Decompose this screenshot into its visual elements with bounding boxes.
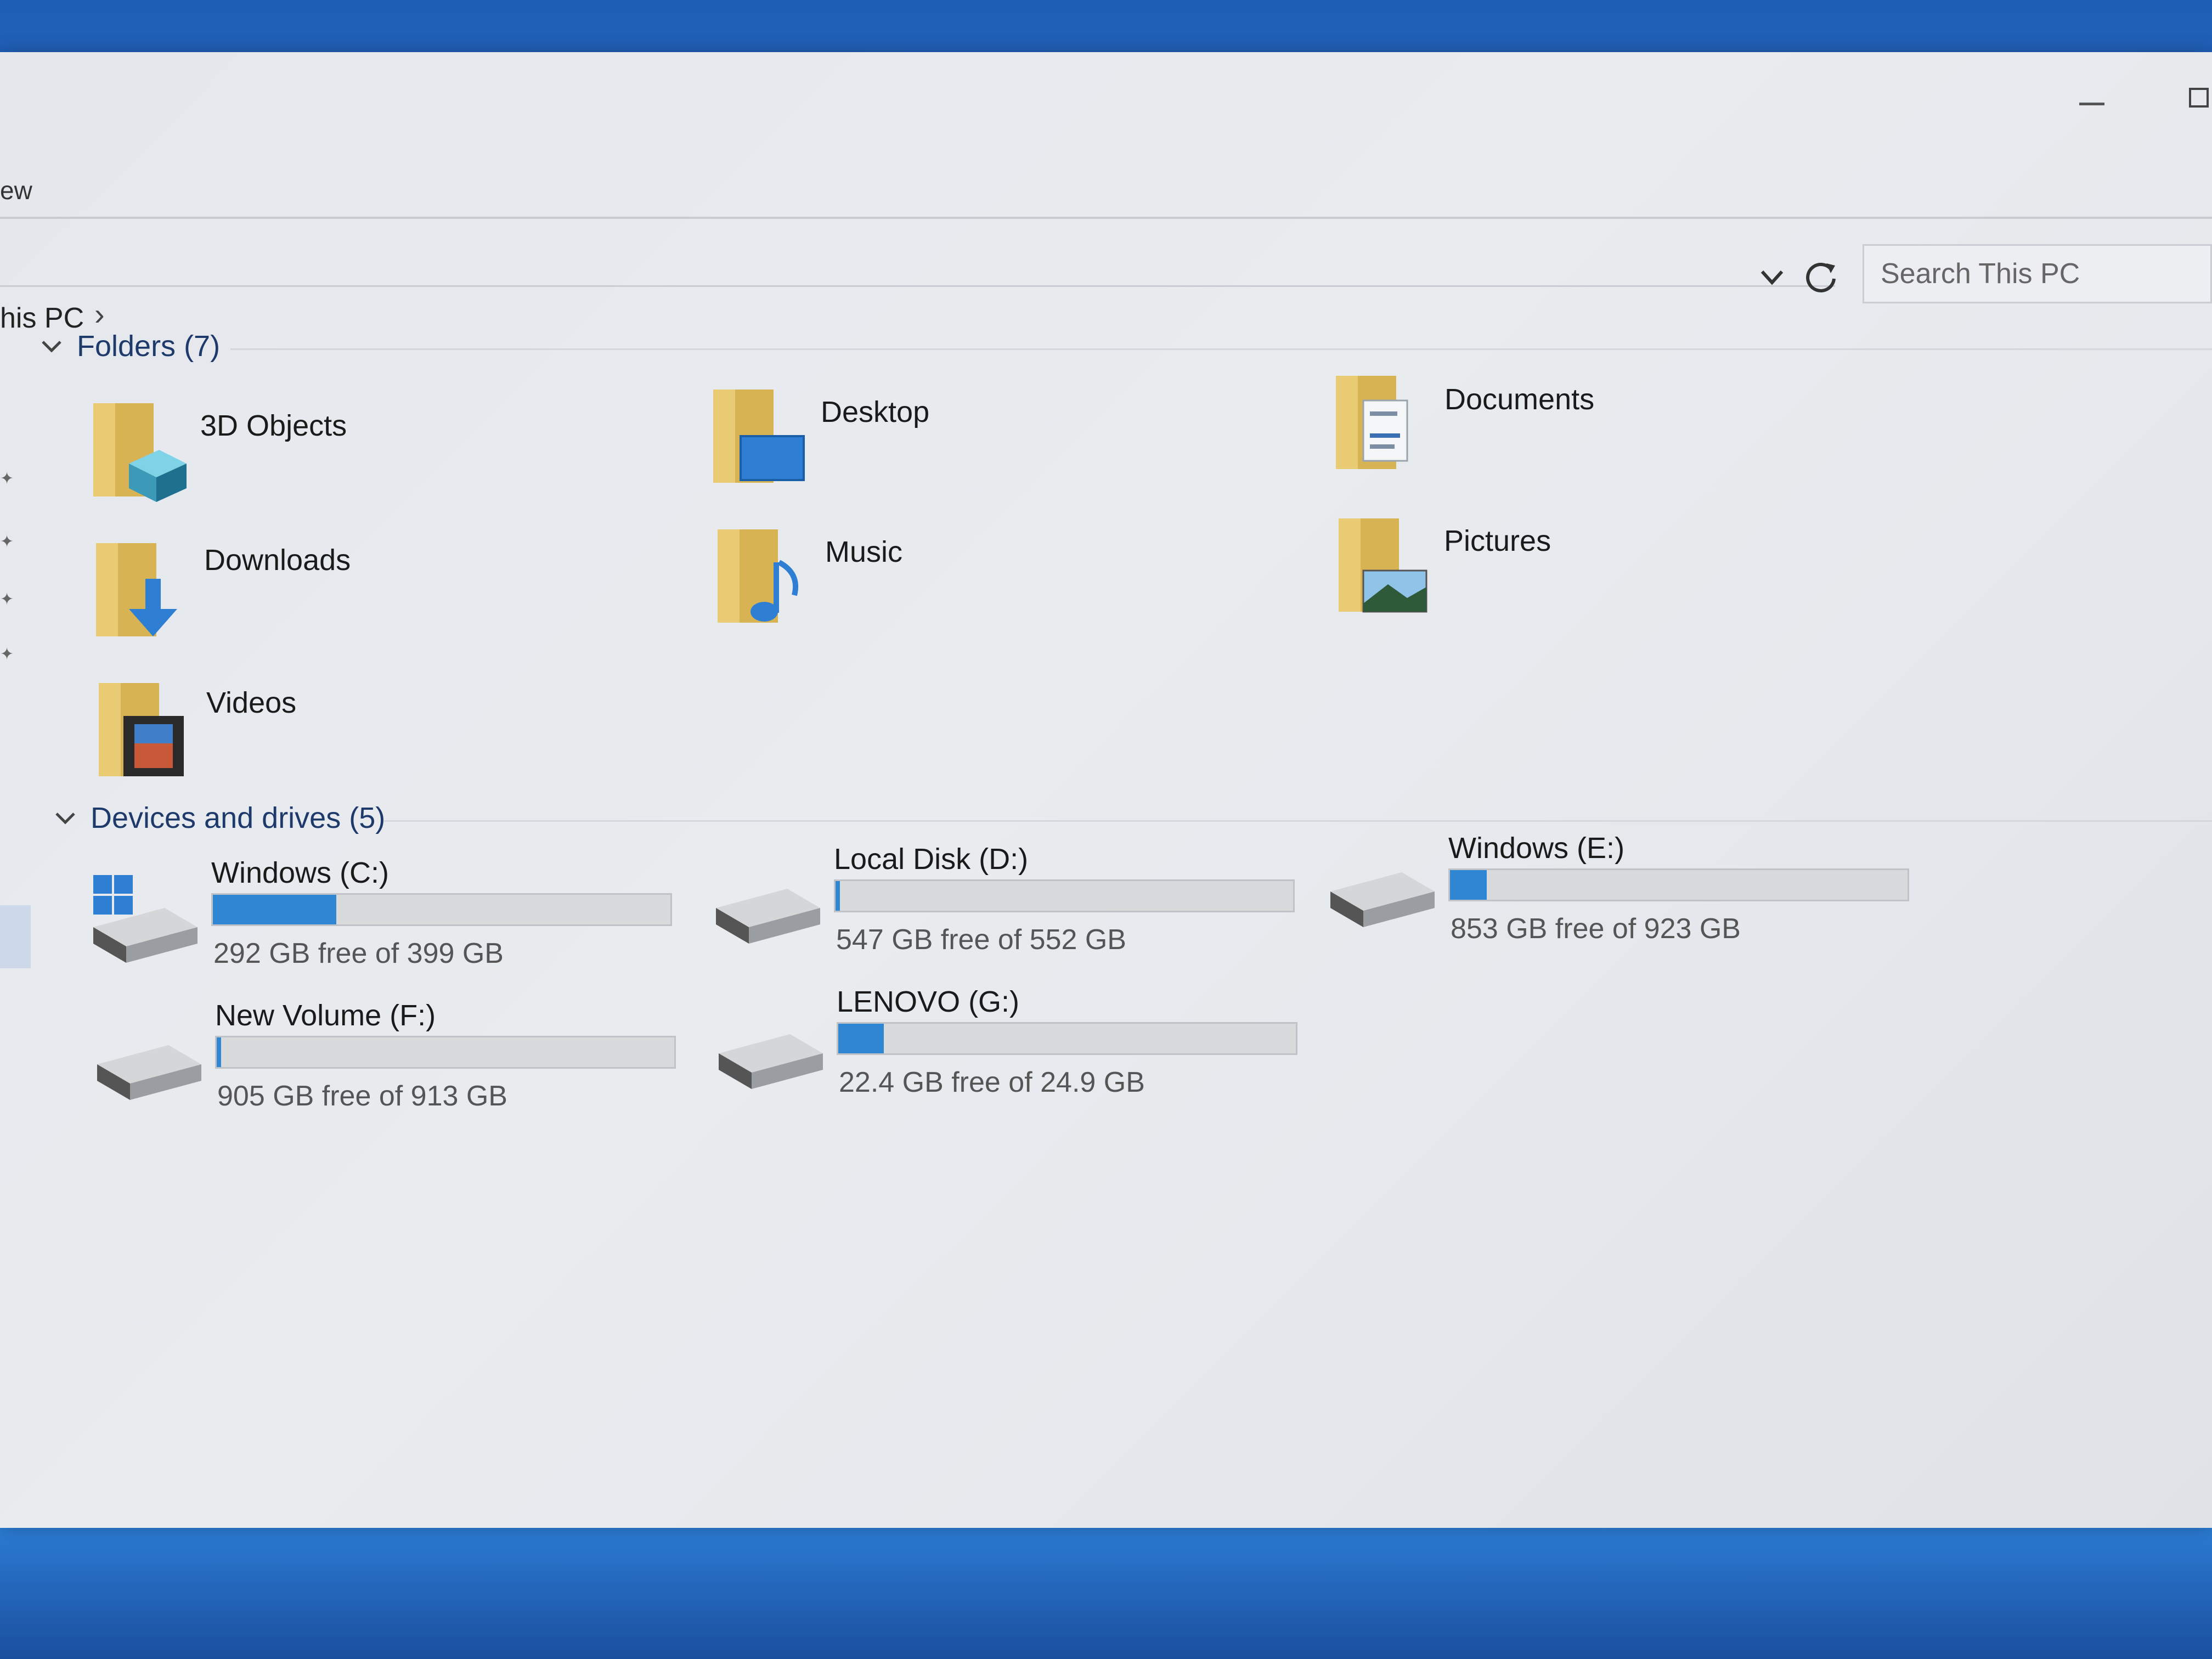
folders-group-label: Folders (7) xyxy=(77,330,221,363)
drive-usage-fill xyxy=(836,881,840,911)
ribbon-divider xyxy=(0,217,2212,219)
ribbon-tab-view[interactable]: ew xyxy=(0,176,32,205)
drive-free-space: 547 GB free of 552 GB xyxy=(836,924,1126,956)
drive-free-space: 905 GB free of 913 GB xyxy=(217,1080,507,1112)
drive-usage-fill xyxy=(213,895,337,924)
drive-name: Local Disk (D:) xyxy=(834,843,1029,876)
nav-pane-selected-item[interactable] xyxy=(0,905,31,968)
drive-name: LENOVO (G:) xyxy=(837,985,1020,1018)
hard-drive-icon xyxy=(1330,872,1435,927)
folder-label: 3D Objects xyxy=(200,409,347,442)
desktop-background xyxy=(0,1514,2212,1659)
pictures-folder-icon xyxy=(1339,518,1427,613)
chevron-down-icon xyxy=(55,812,75,825)
search-input[interactable] xyxy=(1864,246,2210,302)
pin-icon: ✦ xyxy=(0,470,14,488)
hard-drive-icon xyxy=(719,1034,823,1089)
breadcrumb-chevron-icon[interactable]: › xyxy=(94,296,105,332)
folder-label: Desktop xyxy=(821,396,930,428)
chevron-down-icon xyxy=(42,341,61,353)
drive-usage-bar xyxy=(1448,868,1909,901)
address-bar[interactable]: his PC › xyxy=(0,225,1835,334)
drive-usage-fill xyxy=(217,1037,222,1067)
folder-label: Pictures xyxy=(1444,524,1551,557)
folder-label: Downloads xyxy=(204,544,351,577)
3d-objects-folder-icon xyxy=(93,403,187,502)
drive-usage-bar xyxy=(837,1022,1297,1055)
drive-name: Windows (E:) xyxy=(1448,832,1625,865)
downloads-folder-icon xyxy=(96,543,177,636)
search-box[interactable] xyxy=(1863,244,2212,303)
folder-label: Videos xyxy=(206,686,297,719)
drive-usage-bar xyxy=(215,1036,676,1069)
videos-folder-icon xyxy=(99,683,184,776)
folder-label: Music xyxy=(825,535,903,568)
file-explorer-window: ew his PC › ✦ ✦ ✦ ✦ Folders (7) xyxy=(0,52,2212,1528)
hard-drive-icon xyxy=(97,1045,201,1100)
hard-drive-icon xyxy=(716,889,820,944)
drive-free-space: 292 GB free of 399 GB xyxy=(213,938,504,969)
title-bar xyxy=(0,52,2212,167)
drive-name: New Volume (F:) xyxy=(215,999,436,1032)
pin-icon: ✦ xyxy=(0,590,14,608)
maximize-button[interactable] xyxy=(2178,71,2212,126)
desktop-folder-icon xyxy=(713,390,805,483)
windows-drive-icon xyxy=(93,875,198,963)
drive-usage-bar xyxy=(211,893,672,926)
drive-usage-fill xyxy=(838,1024,884,1053)
drives-group-header[interactable]: Devices and drives (5) xyxy=(52,801,385,835)
pin-icon: ✦ xyxy=(0,533,14,551)
folder-label: Documents xyxy=(1444,383,1595,416)
group-divider xyxy=(384,820,2212,822)
drive-usage-bar xyxy=(834,879,1295,912)
drive-name: Windows (C:) xyxy=(211,856,390,889)
drive-usage-fill xyxy=(1450,870,1487,900)
refresh-icon[interactable] xyxy=(1802,258,1841,296)
pin-icon: ✦ xyxy=(0,645,14,663)
folders-group-header[interactable]: Folders (7) xyxy=(38,329,220,363)
drive-free-space: 22.4 GB free of 24.9 GB xyxy=(839,1066,1145,1098)
drives-group-label: Devices and drives (5) xyxy=(91,802,386,834)
minimize-button[interactable] xyxy=(2068,74,2118,123)
music-folder-icon xyxy=(718,529,799,623)
group-divider xyxy=(230,348,2212,350)
nav-pane-edge: ✦ ✦ ✦ ✦ xyxy=(0,420,16,694)
documents-folder-icon xyxy=(1336,376,1408,469)
drive-free-space: 853 GB free of 923 GB xyxy=(1451,913,1741,945)
address-dropdown-chevron-icon[interactable] xyxy=(1756,261,1788,294)
